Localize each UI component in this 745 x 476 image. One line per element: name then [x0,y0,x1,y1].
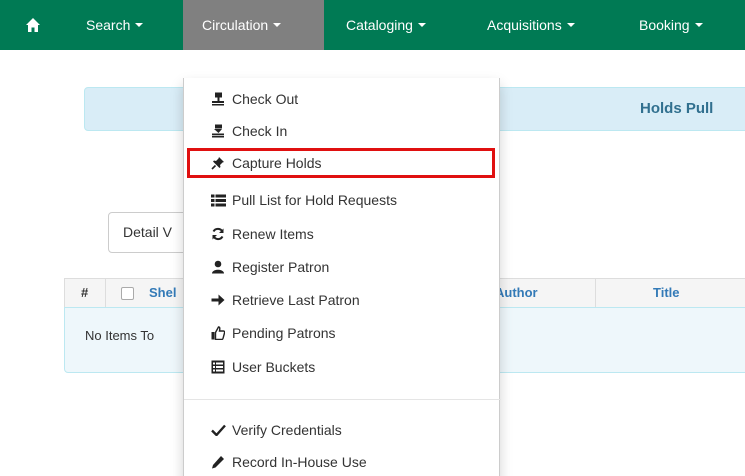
menu-item-label: Renew Items [232,226,314,242]
menu-item-capture-holds[interactable]: Capture Holds [187,148,495,178]
nav-cataloging[interactable]: Cataloging [330,0,470,50]
empty-grid-message: No Items To [85,328,155,343]
menu-item-check-in[interactable]: Check In [184,116,501,146]
chevron-down-icon [135,23,144,27]
home-button[interactable] [22,14,44,36]
pencil-icon [209,453,227,471]
menu-item-label: Register Patron [232,259,330,275]
refresh-icon [209,225,227,243]
menu-item-pending-patrons[interactable]: Pending Patrons [184,318,501,348]
circulation-dropdown-menu: Check Out Check In Capture Holds Pull Li… [183,78,501,476]
user-icon [209,258,227,276]
chevron-down-icon [417,23,426,27]
menu-item-renew-items[interactable]: Renew Items [184,219,501,249]
top-navbar: Search Circulation Cataloging Acquisitio… [0,0,745,50]
column-divider [105,279,106,307]
menu-item-label: Pending Patrons [232,325,336,341]
column-number: # [81,285,89,300]
nav-search-label: Search [86,17,131,33]
nav-acquisitions-label: Acquisitions [487,17,562,33]
list-icon [209,191,227,209]
menu-item-label: Retrieve Last Patron [232,292,360,308]
arrow-right-icon [209,291,227,309]
menu-item-user-buckets[interactable]: User Buckets [184,352,501,382]
select-all-checkbox[interactable] [121,287,134,300]
menu-item-check-out[interactable]: Check Out [184,84,501,114]
menu-item-label: Record In-House Use [232,454,367,470]
menu-item-verify-credentials[interactable]: Verify Credentials [184,415,501,445]
page: Search Circulation Cataloging Acquisitio… [0,0,745,476]
menu-item-label: Capture Holds [232,155,322,171]
menu-item-label: Check In [232,123,288,139]
menu-item-pull-list[interactable]: Pull List for Hold Requests [184,185,501,215]
menu-item-label: Pull List for Hold Requests [232,192,397,208]
nav-cataloging-label: Cataloging [346,17,413,33]
chevron-down-icon [694,23,703,27]
check-in-icon [209,122,227,140]
chevron-down-icon [273,23,282,27]
check-out-icon [209,90,227,108]
menu-item-label: User Buckets [232,359,316,375]
pushpin-icon [209,154,227,172]
nav-circulation-label: Circulation [202,17,269,33]
menu-item-retrieve-last-patron[interactable]: Retrieve Last Patron [184,285,501,315]
checkmark-icon [209,421,227,439]
menu-divider [184,399,501,400]
page-title: Holds Pull [640,100,714,117]
menu-item-record-in-house-use[interactable]: Record In-House Use [184,447,501,476]
nav-search[interactable]: Search [72,0,182,50]
nav-booking-label: Booking [639,17,690,33]
menu-item-label: Verify Credentials [232,422,342,438]
column-author[interactable]: Author [495,285,538,300]
nav-circulation[interactable]: Circulation [183,0,324,50]
column-shelf[interactable]: Shel [149,285,176,300]
nav-acquisitions[interactable]: Acquisitions [470,0,620,50]
home-icon [26,18,40,32]
column-title[interactable]: Title [653,285,680,300]
column-divider [595,279,596,307]
nav-booking[interactable]: Booking [622,0,745,50]
detail-view-label: Detail V [123,224,173,240]
chevron-down-icon [566,23,575,27]
menu-item-label: Check Out [232,91,299,107]
menu-item-register-patron[interactable]: Register Patron [184,252,501,282]
bucket-list-icon [209,358,227,376]
thumbs-up-icon [209,324,227,342]
